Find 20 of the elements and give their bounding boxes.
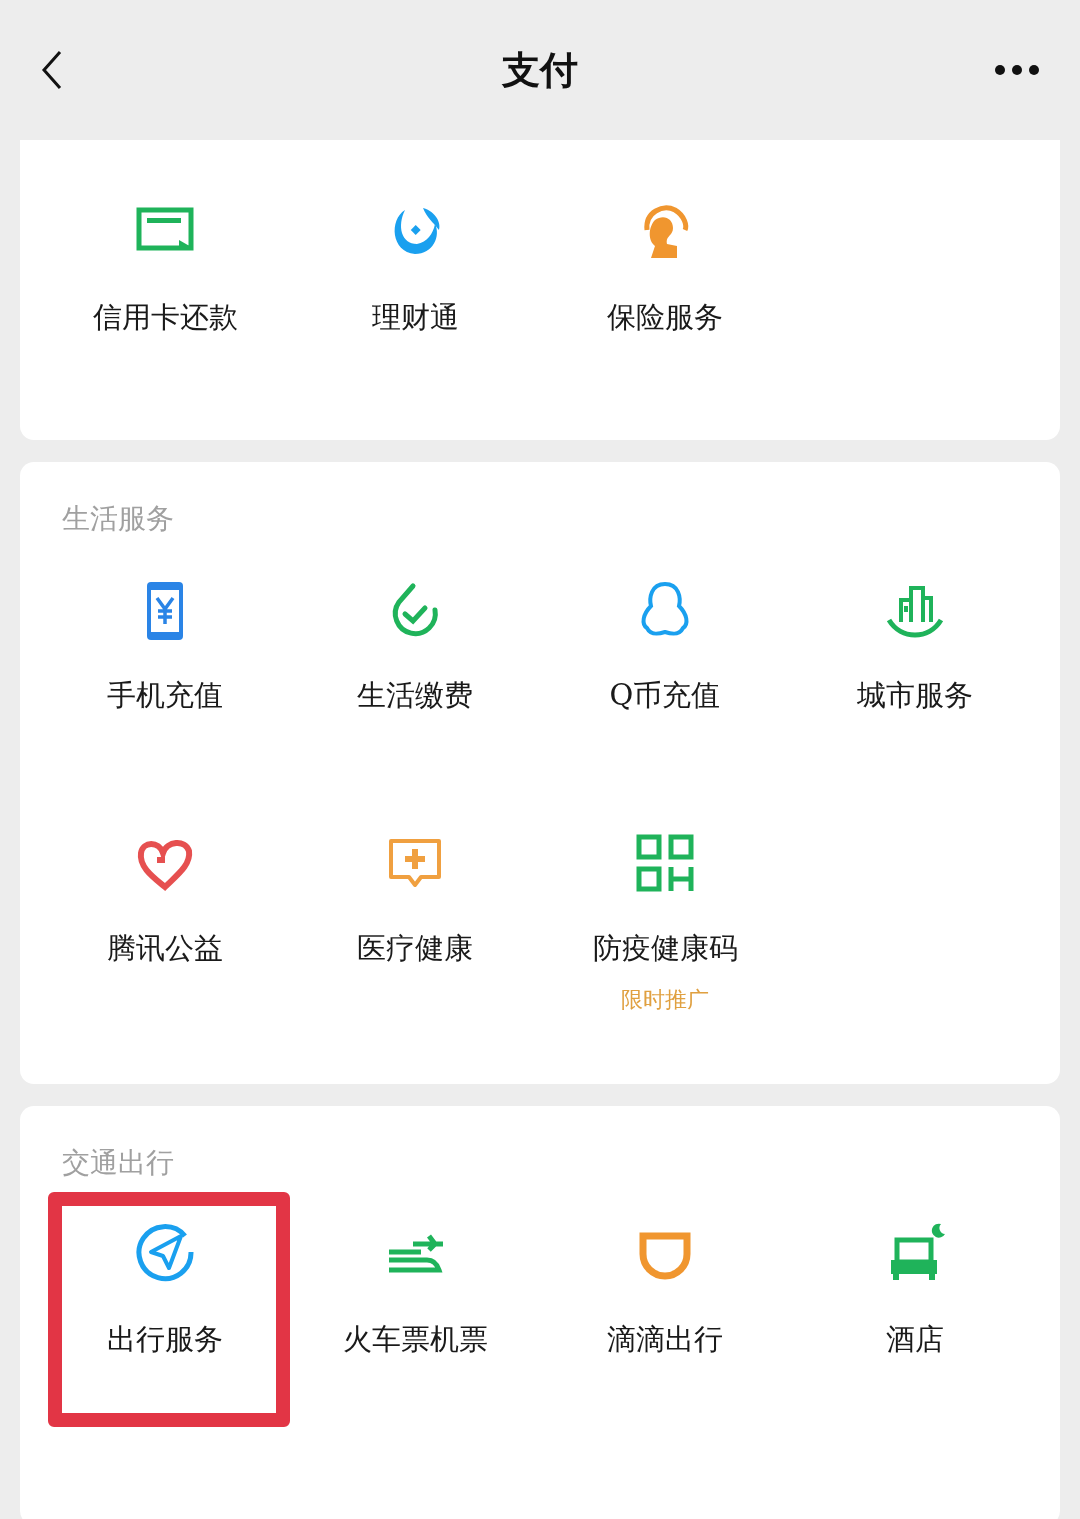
service-label[interactable]: 医疗健康: [357, 929, 473, 969]
service-label[interactable]: 出行服务: [107, 1320, 223, 1360]
more-icon[interactable]: [994, 64, 1040, 76]
service-label[interactable]: 火车票机票: [342, 1320, 488, 1360]
service-label[interactable]: 保险服务: [607, 298, 723, 338]
back-icon[interactable]: [40, 50, 64, 90]
service-label[interactable]: 生活缴费: [357, 676, 473, 716]
service-label[interactable]: 滴滴出行: [607, 1320, 723, 1360]
promo-label: 限时推广: [621, 986, 709, 1014]
service-label[interactable]: 防疫健康码: [592, 929, 738, 969]
service-label[interactable]: Q币充值: [609, 676, 721, 716]
service-label[interactable]: 城市服务: [857, 676, 973, 716]
service-label[interactable]: 腾讯公益: [107, 929, 223, 969]
service-label[interactable]: 手机充值: [107, 676, 223, 716]
section-title: 生活服务: [61, 501, 175, 537]
service-label[interactable]: 信用卡还款: [92, 298, 238, 338]
service-label[interactable]: 理财通: [371, 298, 459, 338]
service-label[interactable]: 酒店: [886, 1320, 944, 1360]
page-title: 支付: [502, 45, 578, 94]
section-title: 交通出行: [61, 1145, 175, 1181]
